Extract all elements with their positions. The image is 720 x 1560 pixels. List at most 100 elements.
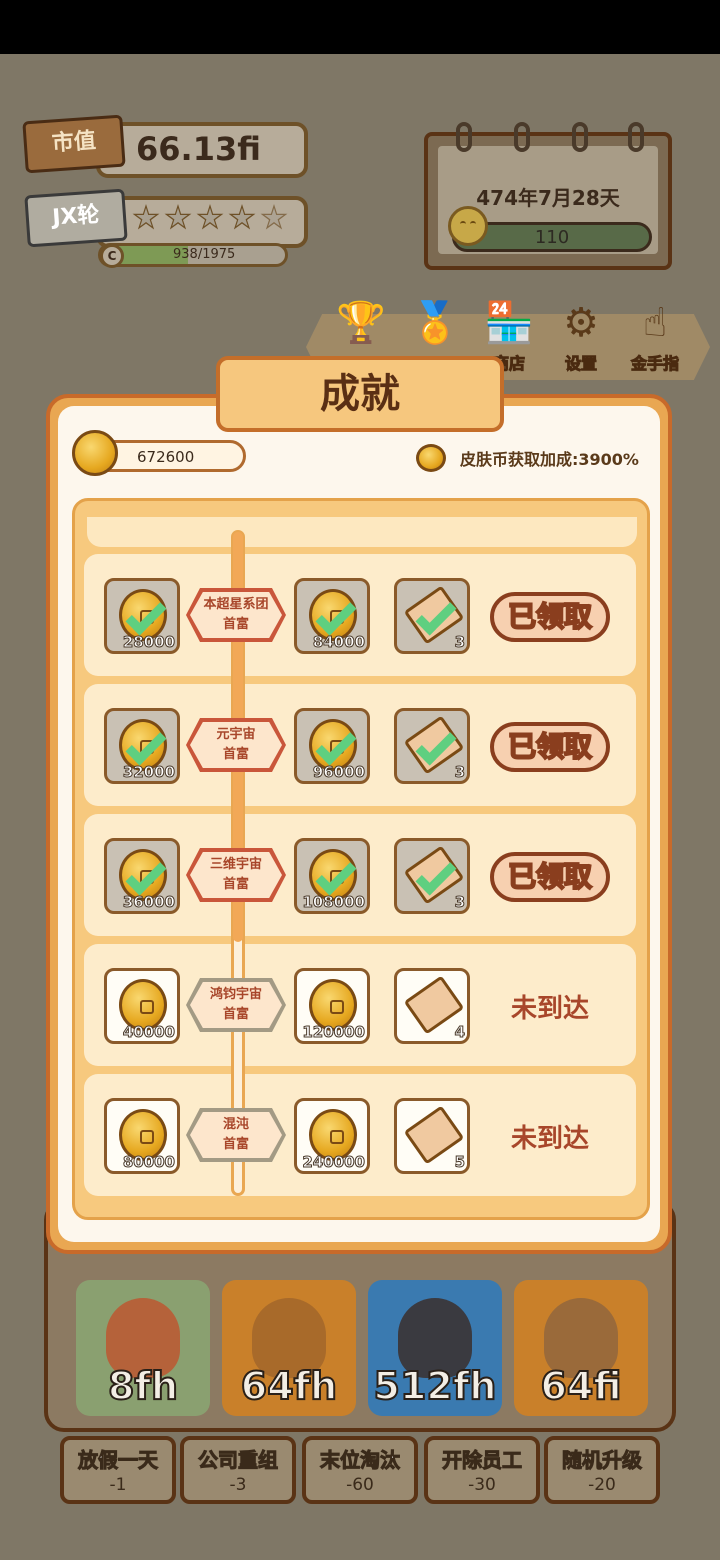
action-label: 公司重组 xyxy=(198,1448,279,1473)
market-value-text: 66.13fi xyxy=(136,130,261,168)
star-icon xyxy=(196,204,224,230)
settings-button[interactable]: ⚙ 设置 xyxy=(546,298,616,374)
coin-reward-slot: 240000 xyxy=(294,1098,370,1174)
employee-card[interactable]: 8fh xyxy=(76,1280,210,1416)
modal-title-tab: 成就 xyxy=(216,356,504,432)
employee-card[interactable]: 64fh xyxy=(222,1280,356,1416)
slot-amount: 32000 xyxy=(122,763,175,782)
employee-level: 64fh xyxy=(240,1363,338,1409)
employee-card[interactable]: 64fi xyxy=(514,1280,648,1416)
slot-amount: 3 xyxy=(454,893,465,912)
tier-name: 本超星系团 xyxy=(203,597,269,612)
medal-button[interactable]: 🏅 xyxy=(400,298,470,348)
status-bar xyxy=(0,0,720,54)
medal-icon: 🏅 xyxy=(410,300,460,346)
star-icon xyxy=(164,204,192,230)
tier-badge: 三维宇宙 首富 xyxy=(186,848,286,902)
slot-amount: 40000 xyxy=(122,1023,175,1042)
claimed-button[interactable]: 已领取 xyxy=(490,592,610,642)
bonus-rate-text: 皮肤币获取加成:3900% xyxy=(460,450,639,469)
shirt-icon xyxy=(330,1130,344,1144)
tier-name: 鸿钧宇宙 xyxy=(209,987,262,1002)
action-label: 末位淘汰 xyxy=(320,1448,401,1473)
coin-reward-slot: 120000 xyxy=(294,968,370,1044)
claimed-button[interactable]: 已领取 xyxy=(490,722,610,772)
tier-label: 本超星系团 首富 xyxy=(190,592,282,638)
pointing-hand-icon: ☝ xyxy=(642,300,668,346)
requirement-slot: 32000 xyxy=(104,708,180,784)
action-label: 放假一天 xyxy=(78,1448,159,1473)
tier-name: 三维宇宙 xyxy=(209,857,262,872)
ticket-reward-slot: 5 xyxy=(394,1098,470,1174)
requirement-slot: 80000 xyxy=(104,1098,180,1174)
trophy-icon: 🏆 xyxy=(336,300,386,346)
tier-subtitle: 首富 xyxy=(222,1007,249,1022)
slot-amount: 28000 xyxy=(122,633,175,652)
shirt-icon xyxy=(140,1130,154,1144)
coin-reward-slot: 96000 xyxy=(294,708,370,784)
requirement-slot: 36000 xyxy=(104,838,180,914)
tier-label: 元宇宙 首富 xyxy=(190,722,282,768)
tier-subtitle: 首富 xyxy=(222,877,249,892)
modal-title: 成就 xyxy=(320,371,400,417)
employee-level: 512fh xyxy=(373,1363,498,1409)
slot-amount: 96000 xyxy=(312,763,365,782)
shirt-icon xyxy=(330,1000,344,1014)
smiley-face-icon xyxy=(448,206,488,246)
tier-label: 混沌 首富 xyxy=(190,1112,282,1158)
slot-amount: 80000 xyxy=(122,1153,175,1172)
golden-finger-button[interactable]: ☝ 金手指 xyxy=(620,298,690,374)
employee-level: 64fi xyxy=(539,1363,622,1409)
golden-finger-label: 金手指 xyxy=(630,354,679,374)
binder-ring xyxy=(456,122,472,152)
action-button[interactable]: 公司重组 -3 xyxy=(180,1436,296,1504)
ticket-reward-slot: 3 xyxy=(394,578,470,654)
unreached-status: 未到达 xyxy=(510,994,589,1024)
requirement-slot: 40000 xyxy=(104,968,180,1044)
xp-text: 938/1975 xyxy=(173,247,236,262)
slot-amount: 5 xyxy=(454,1153,465,1172)
binder-ring xyxy=(572,122,588,152)
tier-label: 三维宇宙 首富 xyxy=(190,852,282,898)
settings-label: 设置 xyxy=(564,354,597,374)
shirt-icon xyxy=(140,1000,154,1014)
action-cost: -20 xyxy=(588,1475,616,1495)
tier-badge: 混沌 首富 xyxy=(186,1108,286,1162)
binder-ring xyxy=(514,122,530,152)
tier-subtitle: 首富 xyxy=(222,617,249,632)
unreached-status: 未到达 xyxy=(510,1124,589,1154)
rank-badge: C xyxy=(100,244,124,268)
star-rating xyxy=(132,204,288,232)
action-cost: -1 xyxy=(109,1475,127,1495)
action-button[interactable]: 放假一天 -1 xyxy=(60,1436,176,1504)
star-empty-icon xyxy=(260,204,288,230)
action-button[interactable]: 末位淘汰 -60 xyxy=(302,1436,418,1504)
xp-bar: 938/1975 xyxy=(98,243,288,267)
list-scroll-top xyxy=(87,517,637,547)
action-button[interactable]: 开除员工 -30 xyxy=(424,1436,540,1504)
gear-icon: ⚙ xyxy=(563,300,599,346)
star-icon xyxy=(132,204,160,230)
binder-ring xyxy=(628,122,644,152)
coin-bonus-icon xyxy=(416,444,446,472)
slot-amount: 3 xyxy=(454,763,465,782)
coin-reward-slot: 84000 xyxy=(294,578,370,654)
tier-name: 混沌 xyxy=(222,1117,249,1132)
claimed-button[interactable]: 已领取 xyxy=(490,852,610,902)
slot-amount: 3 xyxy=(454,633,465,652)
tier-name: 元宇宙 xyxy=(216,727,256,742)
employee-card[interactable]: 512fh xyxy=(368,1280,502,1416)
tier-badge: 本超星系团 首富 xyxy=(186,588,286,642)
balance-value: 672600 xyxy=(137,448,195,466)
action-label: 随机升级 xyxy=(562,1448,643,1473)
slot-amount: 4 xyxy=(454,1023,465,1042)
ticket-reward-slot: 3 xyxy=(394,838,470,914)
slot-amount: 36000 xyxy=(122,893,175,912)
coin-icon xyxy=(72,430,118,476)
action-button[interactable]: 随机升级 -20 xyxy=(544,1436,660,1504)
wheel-tag: JX轮 xyxy=(24,188,128,248)
slot-amount: 108000 xyxy=(302,893,366,912)
employee-level: 8fh xyxy=(107,1363,179,1409)
trophy-button[interactable]: 🏆 xyxy=(326,298,396,348)
ticket-reward-slot: 3 xyxy=(394,708,470,784)
